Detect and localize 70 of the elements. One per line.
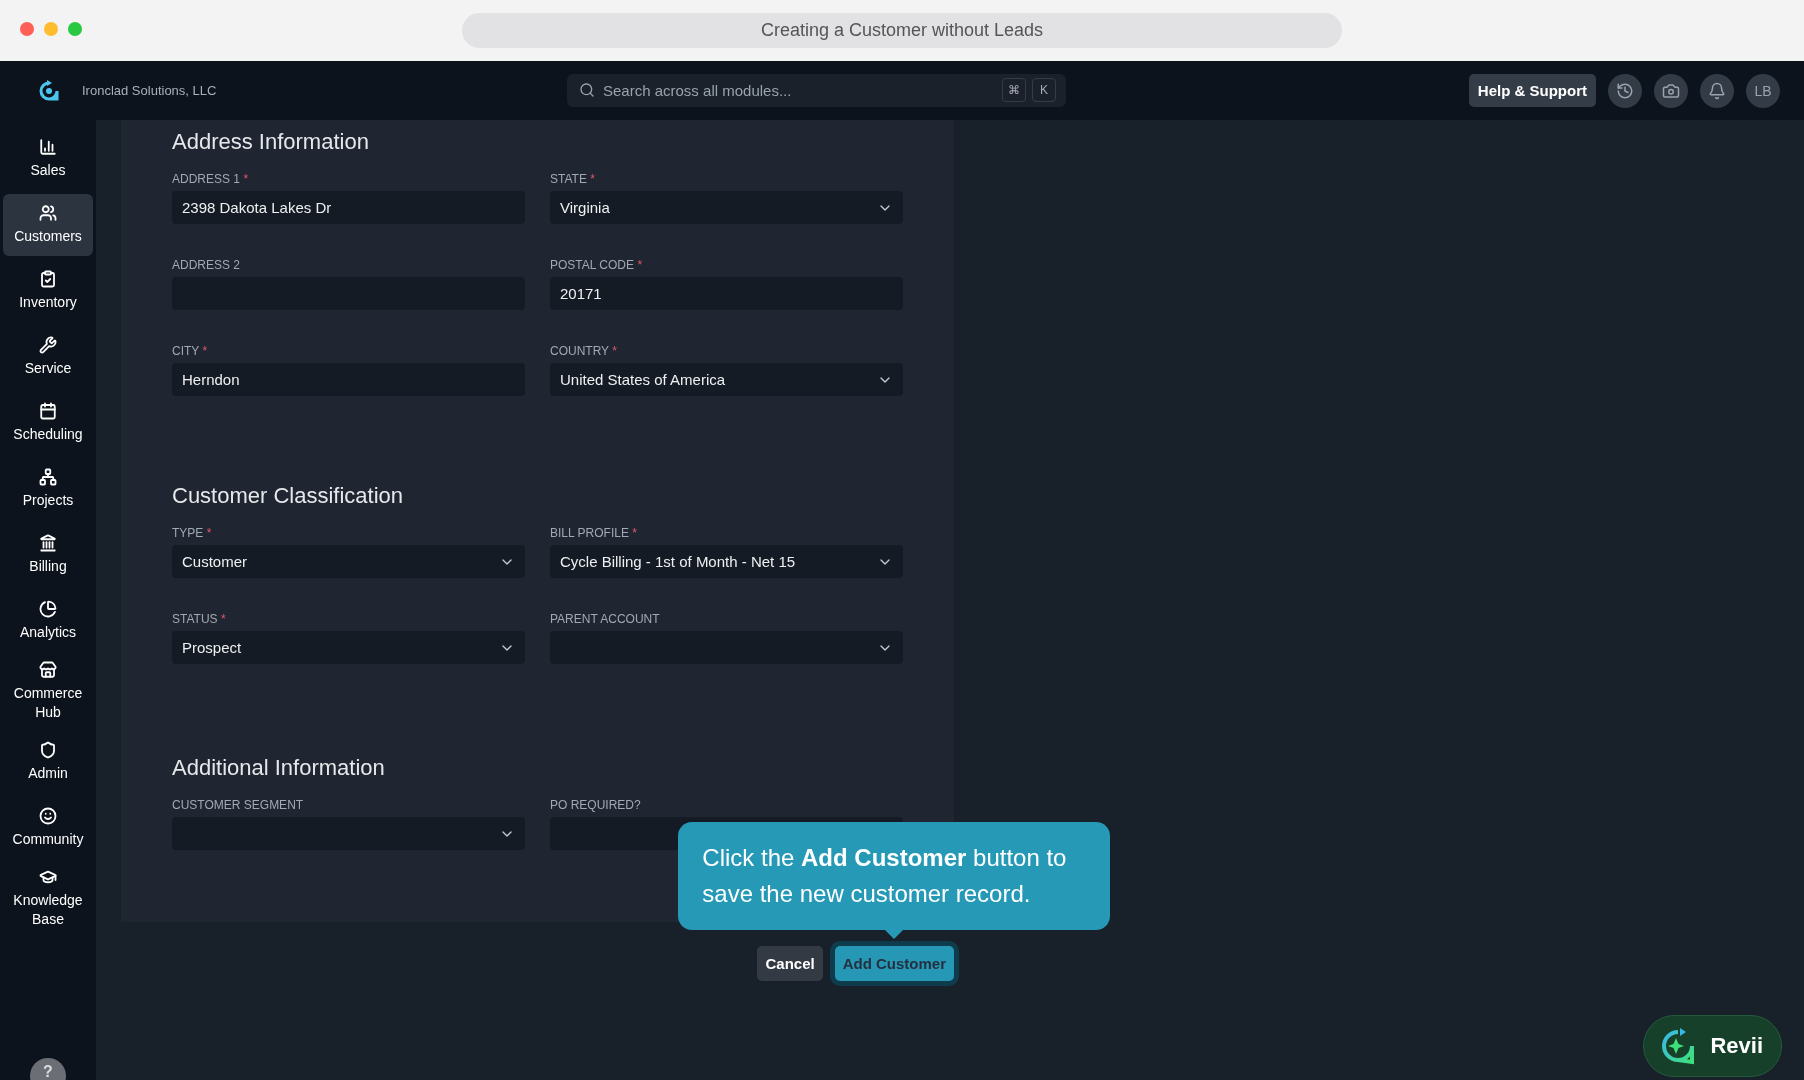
select-field[interactable]: Cycle Billing - 1st of Month - Net 15 xyxy=(550,545,903,578)
input-field[interactable]: Herndon xyxy=(172,363,525,396)
field-label: PO REQUIRED? xyxy=(550,798,642,812)
field-label: PARENT ACCOUNT xyxy=(550,612,661,626)
field-label: CUSTOMER SEGMENT xyxy=(172,798,305,812)
field-label: CITY * xyxy=(172,344,209,358)
sidebar-item[interactable]: Commerce Hub xyxy=(3,656,93,727)
cancel-button[interactable]: Cancel xyxy=(757,946,823,981)
wrench-icon xyxy=(39,336,57,354)
select-field[interactable] xyxy=(172,817,525,850)
logo-icon xyxy=(38,78,60,103)
company-name: Ironclad Solutions, LLC xyxy=(82,83,218,98)
graduation-cap-icon xyxy=(39,868,57,886)
store-icon xyxy=(39,661,57,679)
field-label: COUNTRY * xyxy=(550,344,618,358)
bell-icon xyxy=(1708,81,1726,100)
user-avatar[interactable]: LB xyxy=(1746,73,1780,108)
minimize-window-button[interactable] xyxy=(44,22,58,36)
help-support-button[interactable]: Help & Support xyxy=(1468,74,1596,107)
bank-icon xyxy=(39,534,57,552)
window-title: Creating a Customer without Leads xyxy=(462,13,1342,48)
sidebar-item[interactable]: Analytics xyxy=(3,590,93,652)
section-title: Customer Classification xyxy=(172,482,405,510)
sidebar-item[interactable]: Customers xyxy=(3,194,93,256)
select-field[interactable] xyxy=(550,631,903,664)
assistant-button[interactable]: Revii xyxy=(1643,1015,1782,1077)
sidebar-item[interactable]: Billing xyxy=(3,524,93,586)
sidebar-item[interactable]: Admin xyxy=(3,731,93,793)
close-window-button[interactable] xyxy=(20,22,34,36)
camera-button[interactable] xyxy=(1654,73,1688,108)
history-button[interactable] xyxy=(1608,73,1642,108)
field-label: ADDRESS 2 xyxy=(172,258,242,272)
history-icon xyxy=(1616,81,1634,100)
hierarchy-icon xyxy=(39,468,57,486)
sidebar-item[interactable]: Projects xyxy=(3,458,93,520)
sidebar-item[interactable]: Service xyxy=(3,326,93,388)
pie-chart-icon xyxy=(39,600,57,618)
search-icon xyxy=(579,82,595,98)
section-title: Address Information xyxy=(172,128,370,156)
field-label: ADDRESS 1 * xyxy=(172,172,250,186)
field-label: BILL PROFILE * xyxy=(550,526,638,540)
help-button[interactable]: ? xyxy=(30,1058,66,1080)
select-field[interactable]: United States of America xyxy=(550,363,903,396)
shield-icon xyxy=(39,741,57,759)
field-label: STATUS * xyxy=(172,612,227,626)
sidebar-item[interactable]: Knowledge Base xyxy=(3,863,93,934)
select-field[interactable]: Prospect xyxy=(172,631,525,664)
clipboard-check-icon xyxy=(39,270,57,288)
section-title: Additional Information xyxy=(172,754,386,782)
calendar-icon xyxy=(39,402,57,420)
field-label: POSTAL CODE * xyxy=(550,258,644,272)
people-icon xyxy=(39,204,57,222)
input-field[interactable]: 20171 xyxy=(550,277,903,310)
sidebar-item[interactable]: Inventory xyxy=(3,260,93,322)
shortcut-key: K xyxy=(1032,78,1056,102)
field-label: STATE * xyxy=(550,172,596,186)
shortcut-key: ⌘ xyxy=(1002,78,1026,102)
sidebar-item[interactable]: Scheduling xyxy=(3,392,93,454)
bar-chart-icon xyxy=(39,138,57,156)
field-label: TYPE * xyxy=(172,526,213,540)
notifications-button[interactable] xyxy=(1700,73,1734,108)
sidebar-item[interactable]: Community xyxy=(3,797,93,859)
select-field[interactable]: Customer xyxy=(172,545,525,578)
smiley-icon xyxy=(39,807,57,825)
select-field[interactable]: Virginia xyxy=(550,191,903,224)
tooltip-arrow xyxy=(885,930,904,939)
input-field[interactable]: 2398 Dakota Lakes Dr xyxy=(172,191,525,224)
camera-icon xyxy=(1662,81,1680,100)
sidebar-item[interactable]: Sales xyxy=(3,128,93,190)
maximize-window-button[interactable] xyxy=(68,22,82,36)
